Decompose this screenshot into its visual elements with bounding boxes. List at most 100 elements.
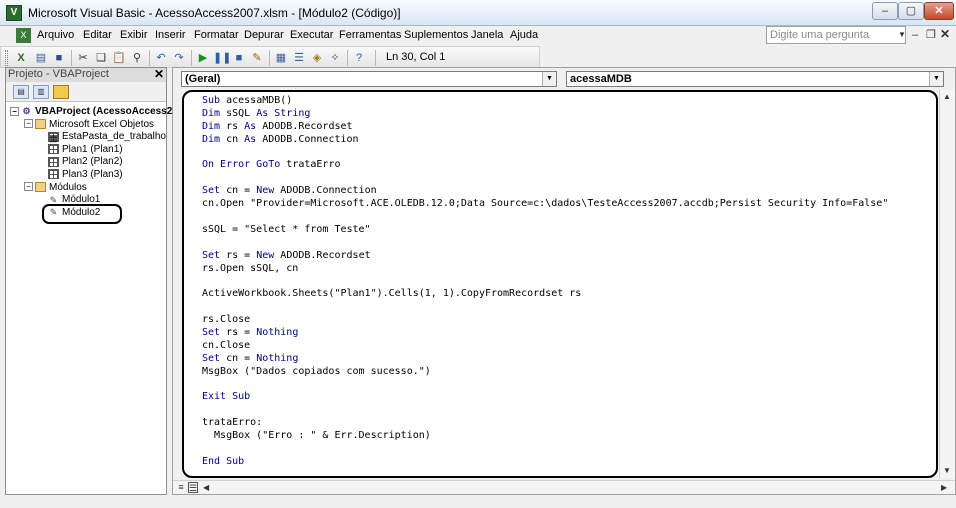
horizontal-scrollbar[interactable]: ≡ ☰ ◀ ▶	[173, 480, 955, 494]
menu-arquivo[interactable]: Arquivo	[37, 29, 74, 41]
toolbox-icon[interactable]: ✧	[327, 50, 343, 66]
code-token: ADODB.Recordset	[280, 249, 371, 261]
code-window: (Geral) ▼ acessaMDB ▼ Sub acessaMDB() Dim…	[172, 67, 956, 495]
menu-suplementos[interactable]: Suplementos	[404, 29, 468, 41]
code-editor[interactable]: Sub acessaMDB() Dim sSQL As String Dim rs …	[182, 90, 938, 478]
help-search-input[interactable]: Digite uma pergunta	[766, 26, 906, 44]
save-icon[interactable]: ■	[51, 50, 67, 66]
procedure-combo[interactable]: acessaMDB ▼	[566, 71, 944, 87]
paste-icon[interactable]: 📋	[111, 50, 127, 66]
project-explorer-header: Projeto - VBAProject	[6, 68, 166, 82]
code-token: rs =	[226, 327, 257, 339]
undo-icon[interactable]: ↶	[153, 50, 169, 66]
close-button[interactable]: ✕	[924, 2, 954, 20]
code-token: cn	[226, 133, 245, 145]
tree-item-label: Plan1 (Plan1)	[62, 143, 123, 155]
properties-icon[interactable]: ☰	[291, 50, 307, 66]
tree-item[interactable]: Plan2 (Plan2)	[48, 156, 123, 168]
child-close-icon[interactable]: ✕	[940, 27, 950, 41]
tree-item[interactable]: − Microsoft Excel Objetos	[24, 119, 154, 131]
code-line: MsgBox ("Dados copiados com sucesso.")	[202, 366, 888, 379]
collapse-icon[interactable]: −	[24, 119, 33, 129]
code-keyword: Dim	[202, 120, 227, 132]
collapse-icon[interactable]: −	[10, 106, 19, 116]
tree-item[interactable]: − Módulos	[24, 182, 87, 194]
menu-janela[interactable]: Janela	[471, 29, 503, 41]
workbook-icon: ▦	[48, 131, 59, 143]
tree-item-label: Módulos	[49, 181, 87, 193]
tree-item-label: Microsoft Excel Objetos	[49, 118, 155, 130]
menu-formatar[interactable]: Formatar	[194, 29, 239, 41]
design-mode-icon[interactable]: ✎	[249, 50, 265, 66]
code-text[interactable]: Sub acessaMDB() Dim sSQL As String Dim rs …	[202, 95, 888, 469]
copy-icon[interactable]: ❏	[93, 50, 109, 66]
code-keyword: Set	[202, 352, 227, 364]
sheet-icon	[48, 144, 59, 155]
child-minimize-icon[interactable]: –	[912, 29, 918, 41]
maximize-button[interactable]: ▢	[898, 2, 924, 20]
child-restore-icon[interactable]: ❐	[926, 28, 936, 41]
scroll-left-icon[interactable]: ◀	[203, 483, 209, 492]
menu-ajuda[interactable]: Ajuda	[510, 29, 538, 41]
procedure-dropdown-icon[interactable]: ▼	[929, 72, 943, 86]
code-line: rs.Close	[202, 314, 888, 327]
code-keyword: Exit Sub	[202, 391, 251, 403]
project-explorer-icon[interactable]: ▦	[273, 50, 289, 66]
break-icon[interactable]: ❚❚	[213, 50, 231, 66]
project-close-icon[interactable]: ✕	[154, 68, 164, 81]
help-icon[interactable]: ?	[351, 50, 367, 66]
menu-executar[interactable]: Executar	[290, 29, 333, 41]
procedure-view-icon[interactable]: ≡	[176, 482, 186, 493]
menu-depurar[interactable]: Depurar	[244, 29, 284, 41]
help-dropdown-icon[interactable]: ▼	[898, 30, 906, 39]
code-line: Set rs = New ADODB.Recordset	[202, 250, 888, 263]
insert-module-icon[interactable]: ▤	[33, 50, 49, 66]
code-line: cn.Close	[202, 340, 888, 353]
code-line: MsgBox ("Erro : " & Err.Description)	[202, 430, 888, 443]
cut-icon[interactable]: ✂	[75, 50, 91, 66]
menu-editar[interactable]: Editar	[83, 29, 112, 41]
project-toolbar: ▤ ▥	[6, 82, 166, 102]
code-token: cn =	[226, 185, 257, 197]
tree-item[interactable]: ▦ EstaPasta_de_trabalho	[48, 131, 166, 143]
view-code-icon[interactable]: ▤	[13, 85, 29, 99]
code-line: End Sub	[202, 456, 888, 469]
excel-doc-icon[interactable]: X	[16, 28, 31, 43]
object-browser-icon[interactable]: ◈	[309, 50, 325, 66]
code-token: ADODB.Recordset	[262, 120, 353, 132]
vbproject-icon: ⚙	[22, 106, 31, 117]
vertical-scrollbar[interactable]: ▲ ▼	[939, 90, 955, 478]
run-icon[interactable]: ▶	[195, 50, 211, 66]
excel-icon[interactable]: X	[13, 50, 29, 66]
code-keyword: As String	[256, 107, 311, 119]
full-module-view-icon[interactable]: ☰	[188, 482, 198, 493]
reset-icon[interactable]: ■	[231, 50, 247, 66]
object-dropdown-icon[interactable]: ▼	[542, 72, 556, 86]
toolbar-grip[interactable]	[5, 50, 8, 66]
code-keyword: As	[244, 133, 263, 145]
minimize-button[interactable]: –	[872, 2, 898, 20]
code-token: sSQL = "Select * from Teste"	[202, 223, 371, 235]
menu-exibir[interactable]: Exibir	[120, 29, 148, 41]
find-icon[interactable]: ⚲	[129, 50, 145, 66]
redo-icon[interactable]: ↷	[171, 50, 187, 66]
menu-ferramentas[interactable]: Ferramentas	[339, 29, 401, 41]
scroll-down-icon[interactable]: ▼	[943, 466, 951, 475]
code-line: Dim cn As ADODB.Connection	[202, 134, 888, 147]
view-object-icon[interactable]: ▥	[33, 85, 49, 99]
sheet-icon	[48, 156, 59, 167]
menu-inserir[interactable]: Inserir	[155, 29, 186, 41]
code-keyword: Dim	[202, 107, 227, 119]
tree-item[interactable]: Plan3 (Plan3)	[48, 169, 123, 181]
code-line: ActiveWorkbook.Sheets("Plan1").Cells(1, …	[202, 288, 888, 301]
code-keyword: New	[256, 249, 281, 261]
collapse-icon[interactable]: −	[24, 182, 33, 192]
scroll-up-icon[interactable]: ▲	[943, 92, 951, 101]
object-combo[interactable]: (Geral) ▼	[181, 71, 557, 87]
toggle-folders-icon[interactable]	[53, 85, 69, 99]
tree-item[interactable]: Plan1 (Plan1)	[48, 144, 123, 156]
scroll-right-icon[interactable]: ▶	[941, 483, 947, 492]
tree-item[interactable]: − ⚙ VBAProject (AcessoAccess2	[10, 106, 172, 118]
